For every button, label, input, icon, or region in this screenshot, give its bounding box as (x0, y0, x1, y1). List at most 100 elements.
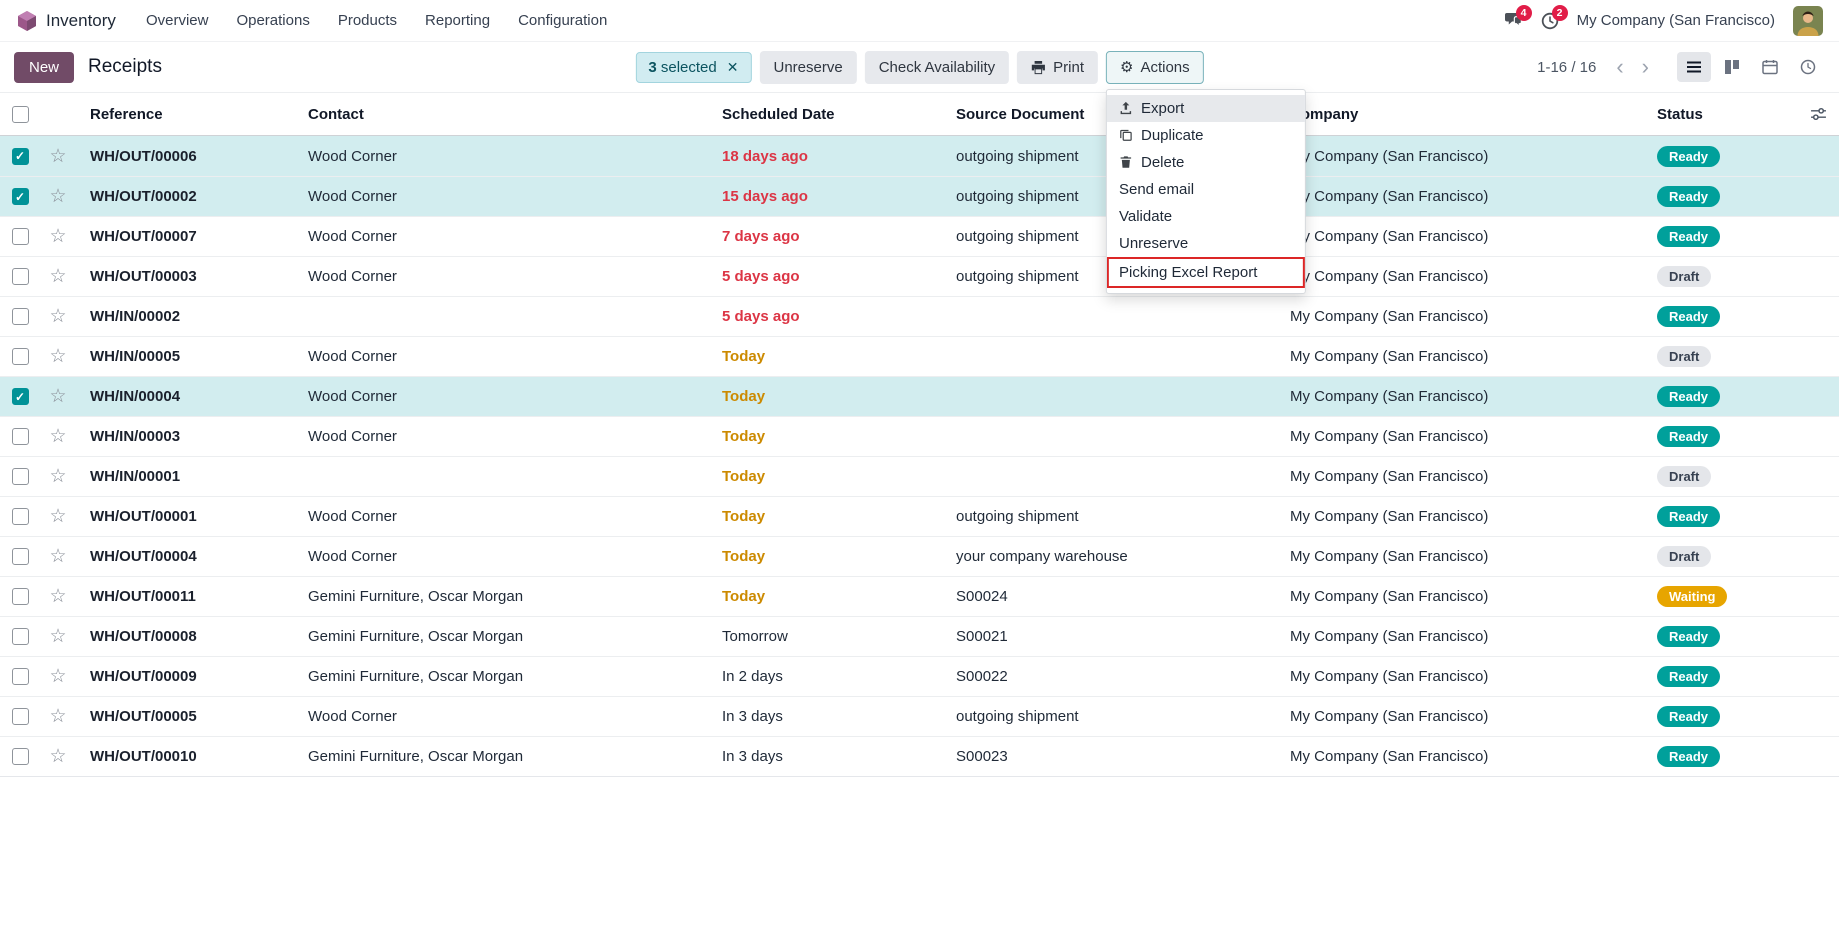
row-checkbox[interactable] (12, 668, 29, 685)
row-checkbox[interactable] (12, 468, 29, 485)
reference-cell: WH/IN/00005 (76, 348, 294, 365)
column-header-contact[interactable]: Contact (294, 106, 708, 123)
menu-item-unreserve[interactable]: Unreserve (1107, 230, 1305, 257)
column-header-company[interactable]: Company (1276, 106, 1643, 123)
table-row[interactable]: ☆ WH/OUT/00002 Wood Corner 15 days ago o… (0, 176, 1839, 216)
star-icon[interactable]: ☆ (49, 707, 66, 726)
status-badge: Draft (1657, 466, 1711, 487)
control-center-cluster: 3 selected ✕ Unreserve Check Availabilit… (635, 51, 1203, 84)
table-row[interactable]: ☆ WH/IN/00004 Wood Corner Today My Compa… (0, 376, 1839, 416)
company-switcher[interactable]: My Company (San Francisco) (1577, 12, 1775, 29)
table-row[interactable]: ☆ WH/OUT/00011 Gemini Furniture, Oscar M… (0, 576, 1839, 616)
row-checkbox[interactable] (12, 188, 29, 205)
column-settings-icon[interactable] (1810, 106, 1827, 123)
table-row[interactable]: ☆ WH/OUT/00005 Wood Corner In 3 days out… (0, 696, 1839, 736)
calendar-view-button[interactable] (1753, 52, 1787, 82)
table-row[interactable]: ☆ WH/IN/00001 Today My Company (San Fran… (0, 456, 1839, 496)
star-icon[interactable]: ☆ (49, 747, 66, 766)
star-icon[interactable]: ☆ (49, 627, 66, 646)
row-checkbox[interactable] (12, 508, 29, 525)
row-checkbox[interactable] (12, 348, 29, 365)
menu-item-validate[interactable]: Validate (1107, 203, 1305, 230)
status-badge: Ready (1657, 386, 1720, 407)
scheduled-date-cell: 5 days ago (708, 308, 942, 325)
table-row[interactable]: ☆ WH/OUT/00006 Wood Corner 18 days ago o… (0, 136, 1839, 176)
row-checkbox[interactable] (12, 588, 29, 605)
pager-previous-button[interactable]: ‹ (1610, 56, 1629, 78)
table-row[interactable]: ☆ WH/OUT/00001 Wood Corner Today outgoin… (0, 496, 1839, 536)
row-checkbox[interactable] (12, 148, 29, 165)
table-row[interactable]: ☆ WH/OUT/00003 Wood Corner 5 days ago ou… (0, 256, 1839, 296)
star-icon[interactable]: ☆ (49, 507, 66, 526)
star-icon[interactable]: ☆ (49, 467, 66, 486)
activity-view-button[interactable] (1791, 52, 1825, 82)
table-row[interactable]: ☆ WH/OUT/00009 Gemini Furniture, Oscar M… (0, 656, 1839, 696)
activity-view-icon (1800, 59, 1816, 75)
star-icon[interactable]: ☆ (49, 147, 66, 166)
row-checkbox[interactable] (12, 268, 29, 285)
table-row[interactable]: ☆ WH/IN/00002 5 days ago My Company (San… (0, 296, 1839, 336)
star-icon[interactable]: ☆ (49, 347, 66, 366)
row-checkbox[interactable] (12, 228, 29, 245)
list-view-button[interactable] (1677, 52, 1711, 82)
table-row[interactable]: ☆ WH/OUT/00007 Wood Corner 7 days ago ou… (0, 216, 1839, 256)
star-icon[interactable]: ☆ (49, 587, 66, 606)
column-header-reference[interactable]: Reference (76, 106, 294, 123)
menu-item-picking-excel-report[interactable]: Picking Excel Report (1107, 257, 1305, 288)
star-icon[interactable]: ☆ (49, 187, 66, 206)
table-row[interactable]: ☆ WH/IN/00005 Wood Corner Today My Compa… (0, 336, 1839, 376)
reference-cell: WH/OUT/00002 (76, 188, 294, 205)
scheduled-date-cell: Today (708, 588, 942, 605)
star-icon[interactable]: ☆ (49, 547, 66, 566)
status-badge: Ready (1657, 426, 1720, 447)
star-icon[interactable]: ☆ (49, 427, 66, 446)
scheduled-date-cell: In 3 days (708, 708, 942, 725)
check-availability-button[interactable]: Check Availability (865, 51, 1009, 84)
table-row[interactable]: ☆ WH/OUT/00008 Gemini Furniture, Oscar M… (0, 616, 1839, 656)
star-icon[interactable]: ☆ (49, 667, 66, 686)
star-icon[interactable]: ☆ (49, 307, 66, 326)
table-row[interactable]: ☆ WH/IN/00003 Wood Corner Today My Compa… (0, 416, 1839, 456)
star-icon[interactable]: ☆ (49, 267, 66, 286)
app-switcher[interactable]: Inventory (16, 10, 116, 32)
menu-item-export[interactable]: Export (1107, 95, 1305, 122)
company-cell: My Company (San Francisco) (1276, 708, 1643, 725)
pager-next-button[interactable]: › (1636, 56, 1655, 78)
messages-button[interactable]: 4 (1504, 12, 1523, 29)
nav-menu-configuration[interactable]: Configuration (518, 12, 607, 29)
star-icon[interactable]: ☆ (49, 387, 66, 406)
scheduled-date-cell: Today (708, 428, 942, 445)
status-badge: Ready (1657, 306, 1720, 327)
menu-item-delete[interactable]: Delete (1107, 149, 1305, 176)
reference-cell: WH/OUT/00006 (76, 148, 294, 165)
actions-button[interactable]: ⚙ Actions (1106, 51, 1204, 84)
unreserve-button[interactable]: Unreserve (759, 51, 856, 84)
clear-selection-icon[interactable]: ✕ (727, 59, 739, 76)
row-checkbox[interactable] (12, 428, 29, 445)
nav-menu-products[interactable]: Products (338, 12, 397, 29)
table-row[interactable]: ☆ WH/OUT/00010 Gemini Furniture, Oscar M… (0, 736, 1839, 776)
row-checkbox[interactable] (12, 748, 29, 765)
select-all-checkbox[interactable] (12, 106, 29, 123)
column-header-scheduled-date[interactable]: Scheduled Date (708, 106, 942, 123)
scheduled-date-cell: Tomorrow (708, 628, 942, 645)
row-checkbox[interactable] (12, 388, 29, 405)
table-row[interactable]: ☆ WH/OUT/00004 Wood Corner Today your co… (0, 536, 1839, 576)
reference-cell: WH/OUT/00010 (76, 748, 294, 765)
menu-item-send-email[interactable]: Send email (1107, 176, 1305, 203)
nav-menu-reporting[interactable]: Reporting (425, 12, 490, 29)
nav-menu-operations[interactable]: Operations (236, 12, 309, 29)
print-button[interactable]: Print (1017, 51, 1098, 84)
menu-item-label: Duplicate (1141, 127, 1204, 144)
nav-menu-overview[interactable]: Overview (146, 12, 209, 29)
avatar[interactable] (1793, 6, 1823, 36)
star-icon[interactable]: ☆ (49, 227, 66, 246)
row-checkbox[interactable] (12, 308, 29, 325)
activities-button[interactable]: 2 (1541, 12, 1559, 30)
row-checkbox[interactable] (12, 708, 29, 725)
kanban-view-button[interactable] (1715, 52, 1749, 82)
row-checkbox[interactable] (12, 548, 29, 565)
row-checkbox[interactable] (12, 628, 29, 645)
new-button[interactable]: New (14, 52, 74, 83)
menu-item-duplicate[interactable]: Duplicate (1107, 122, 1305, 149)
